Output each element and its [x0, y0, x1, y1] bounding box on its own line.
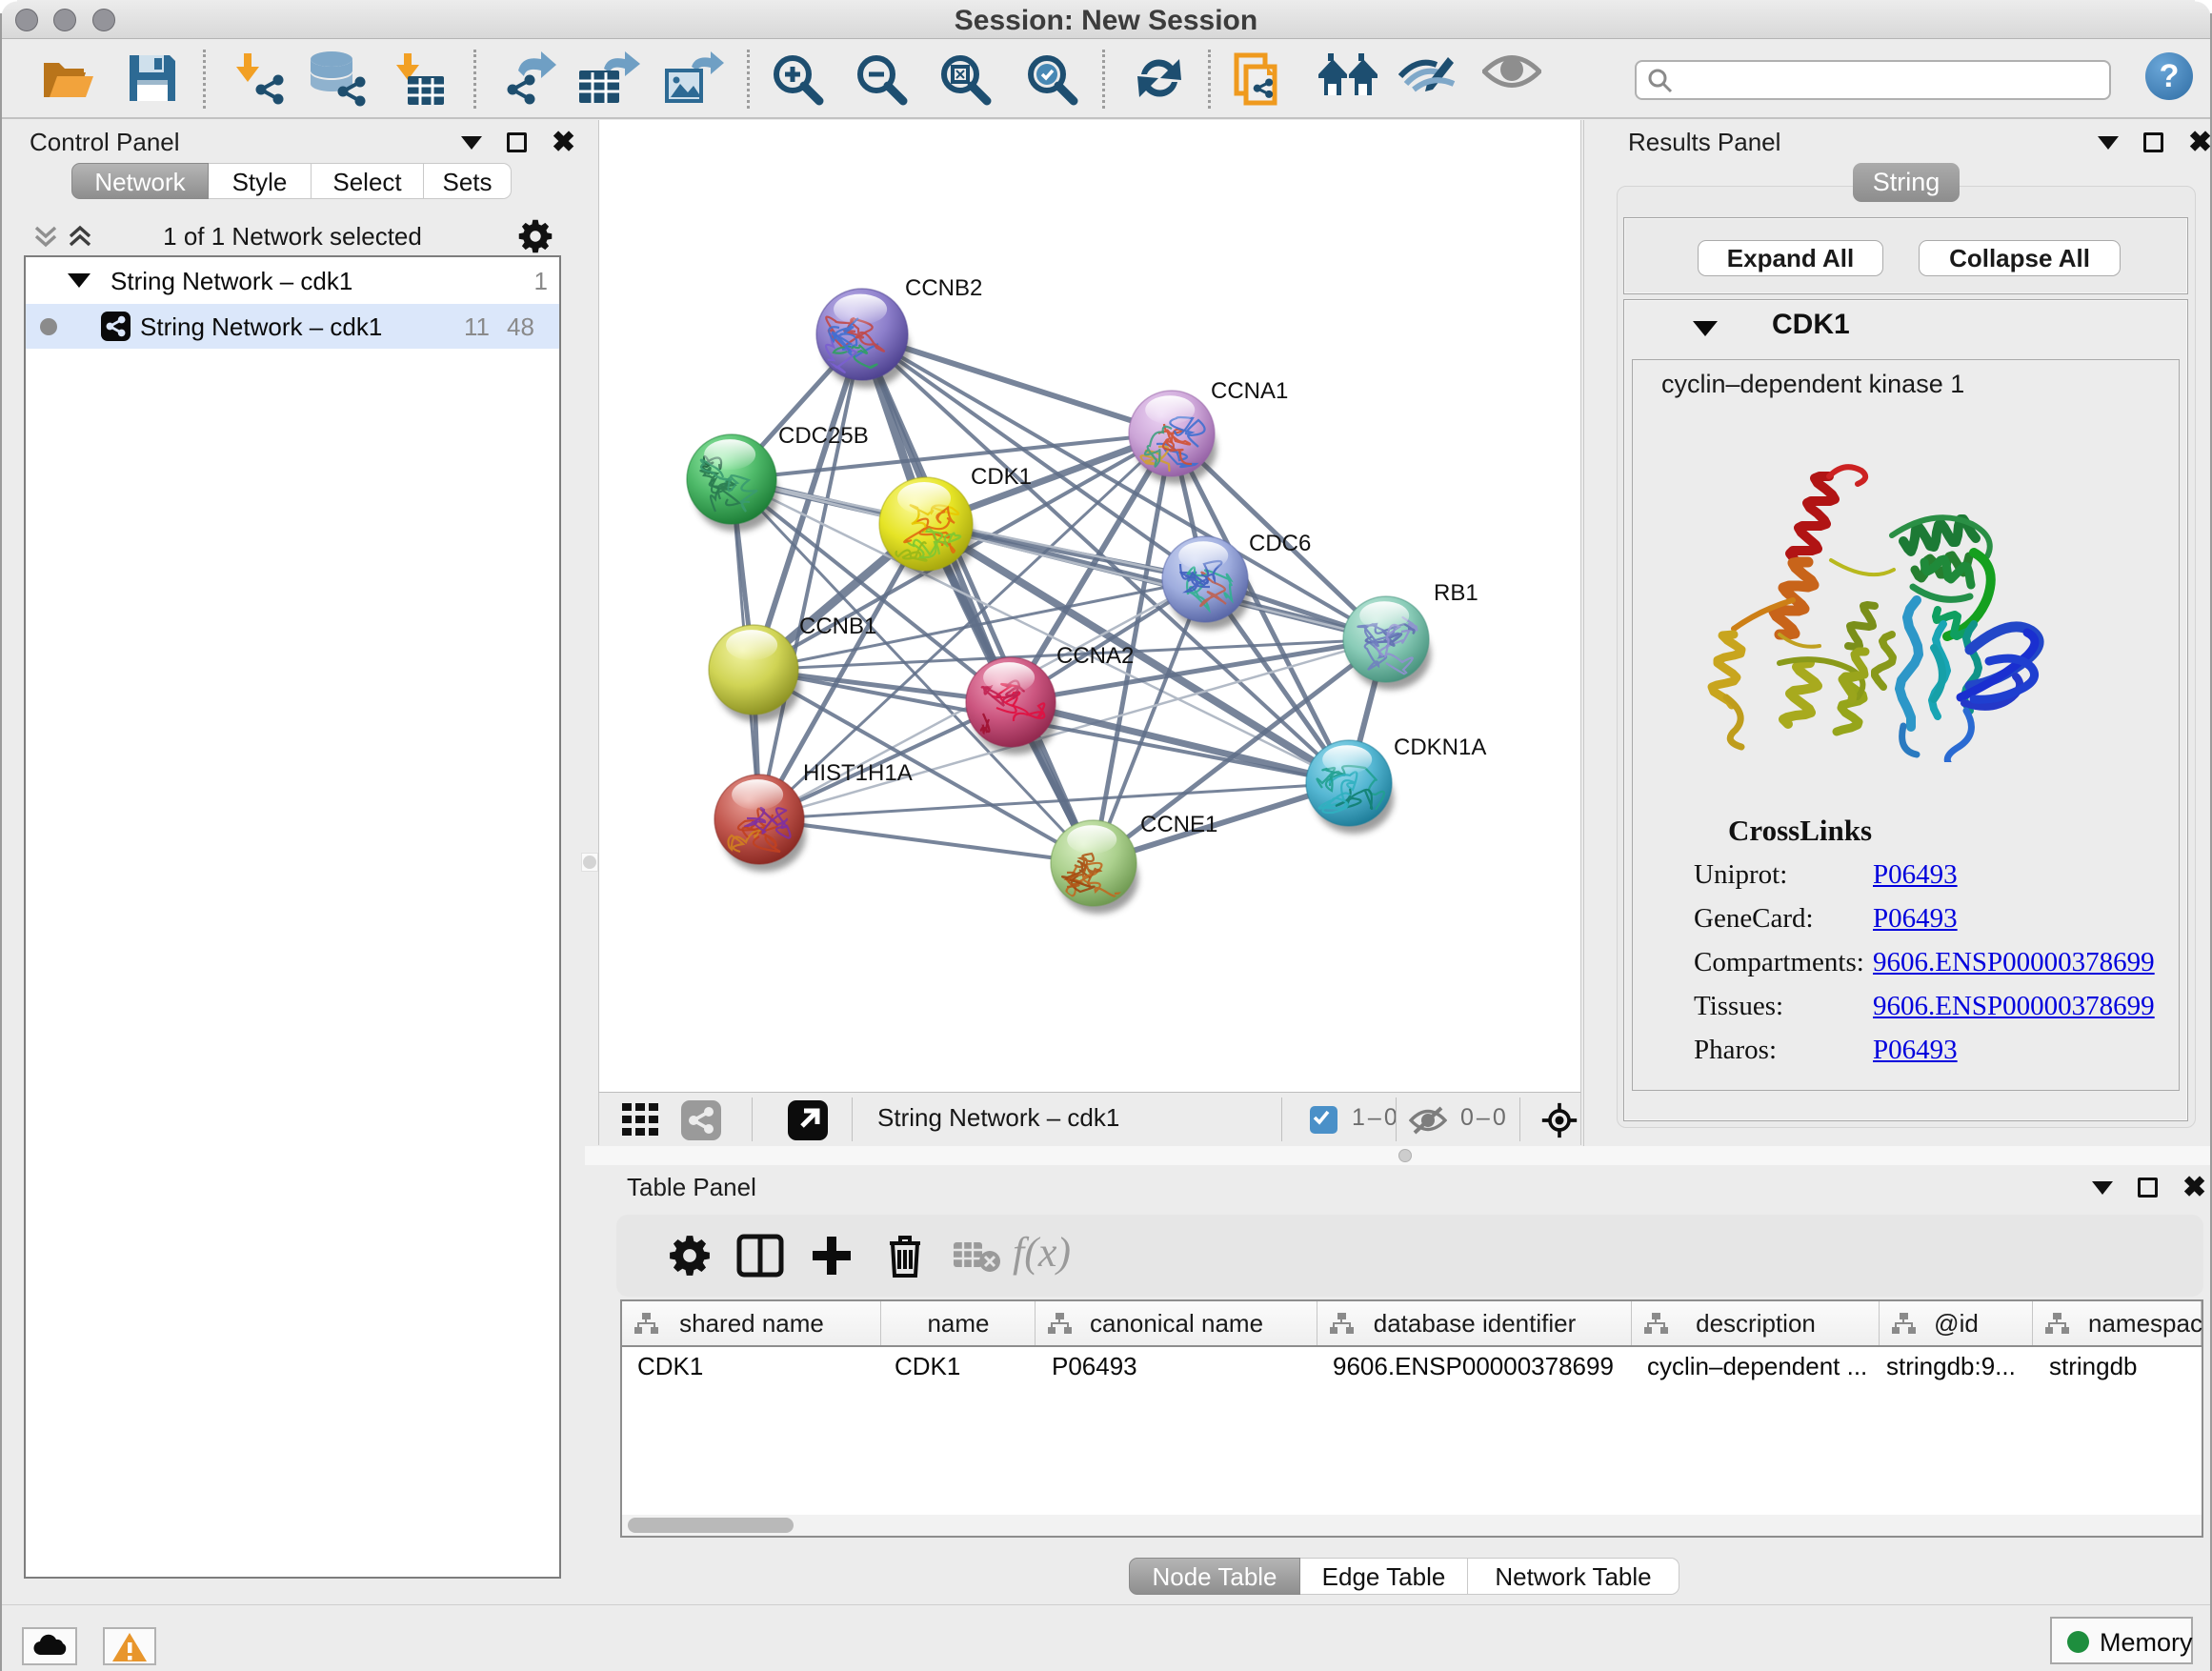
svg-text:CCNA2: CCNA2	[1056, 643, 1134, 669]
svg-text:CDK1: CDK1	[971, 464, 1032, 490]
svg-text:CCNA1: CCNA1	[1211, 378, 1288, 404]
svg-text:RB1: RB1	[1434, 580, 1478, 606]
svg-text:CCNE1: CCNE1	[1140, 812, 1217, 837]
svg-text:CDC6: CDC6	[1249, 531, 1311, 556]
svg-text:HIST1H1A: HIST1H1A	[803, 760, 913, 786]
svg-text:CDC25B: CDC25B	[778, 423, 869, 449]
svg-text:CCNB2: CCNB2	[905, 275, 982, 301]
svg-text:CCNB1: CCNB1	[799, 614, 876, 639]
svg-text:CDKN1A: CDKN1A	[1394, 735, 1486, 760]
